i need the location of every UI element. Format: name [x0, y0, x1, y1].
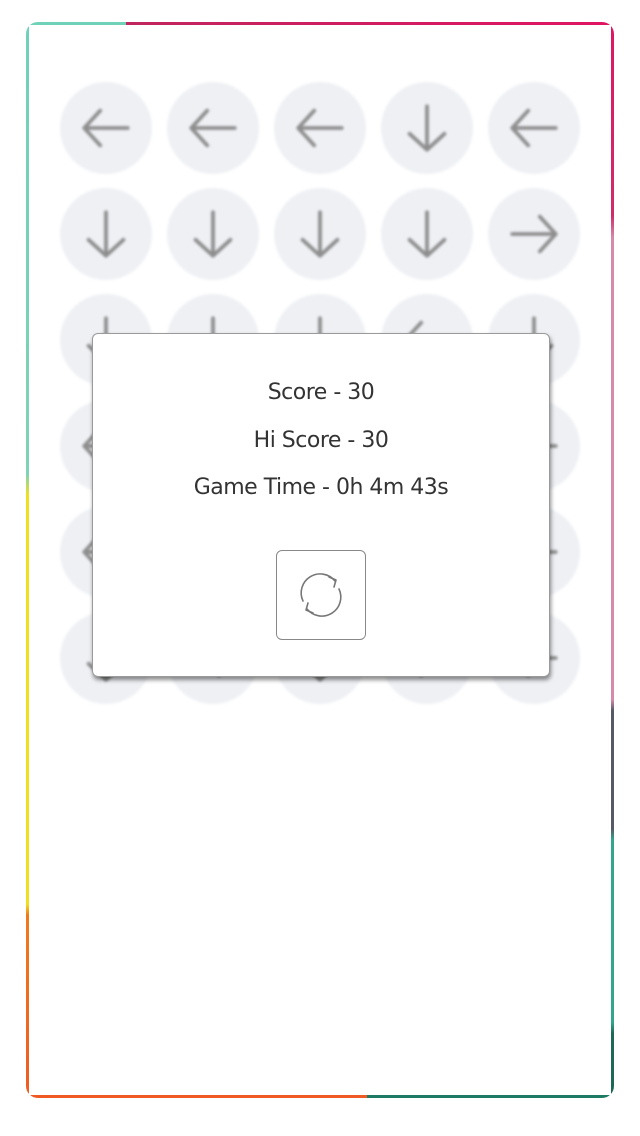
- arrow-cell[interactable]: [60, 188, 152, 280]
- arrow-right-icon: [510, 214, 558, 254]
- arrow-cell[interactable]: [274, 188, 366, 280]
- arrow-cell[interactable]: [488, 82, 580, 174]
- game-over-dialog: Score - 30 Hi Score - 30 Game Time - 0h …: [92, 333, 550, 677]
- score-text: Score - 30: [267, 380, 375, 405]
- game-time-text: Game Time - 0h 4m 43s: [193, 475, 449, 500]
- arrow-cell[interactable]: [167, 188, 259, 280]
- arrow-left-icon: [510, 108, 558, 148]
- arrow-cell[interactable]: [167, 82, 259, 174]
- arrow-cell[interactable]: [381, 188, 473, 280]
- arrow-down-icon: [300, 210, 340, 258]
- arrow-cell[interactable]: [488, 188, 580, 280]
- arrow-down-icon: [193, 210, 233, 258]
- arrow-down-icon: [407, 210, 447, 258]
- hi-score-text: Hi Score - 30: [253, 428, 389, 453]
- arrow-left-icon: [296, 108, 344, 148]
- arrow-left-icon: [82, 108, 130, 148]
- arrow-cell[interactable]: [274, 82, 366, 174]
- frame-edge-right: [611, 22, 614, 1098]
- arrow-cell[interactable]: [60, 82, 152, 174]
- arrow-cell[interactable]: [381, 82, 473, 174]
- arrow-left-icon: [189, 108, 237, 148]
- restart-button[interactable]: [276, 550, 366, 640]
- arrow-down-icon: [86, 210, 126, 258]
- frame-edge-bottom: [26, 1095, 614, 1098]
- arrow-down-icon: [407, 104, 447, 152]
- refresh-icon: [300, 573, 342, 617]
